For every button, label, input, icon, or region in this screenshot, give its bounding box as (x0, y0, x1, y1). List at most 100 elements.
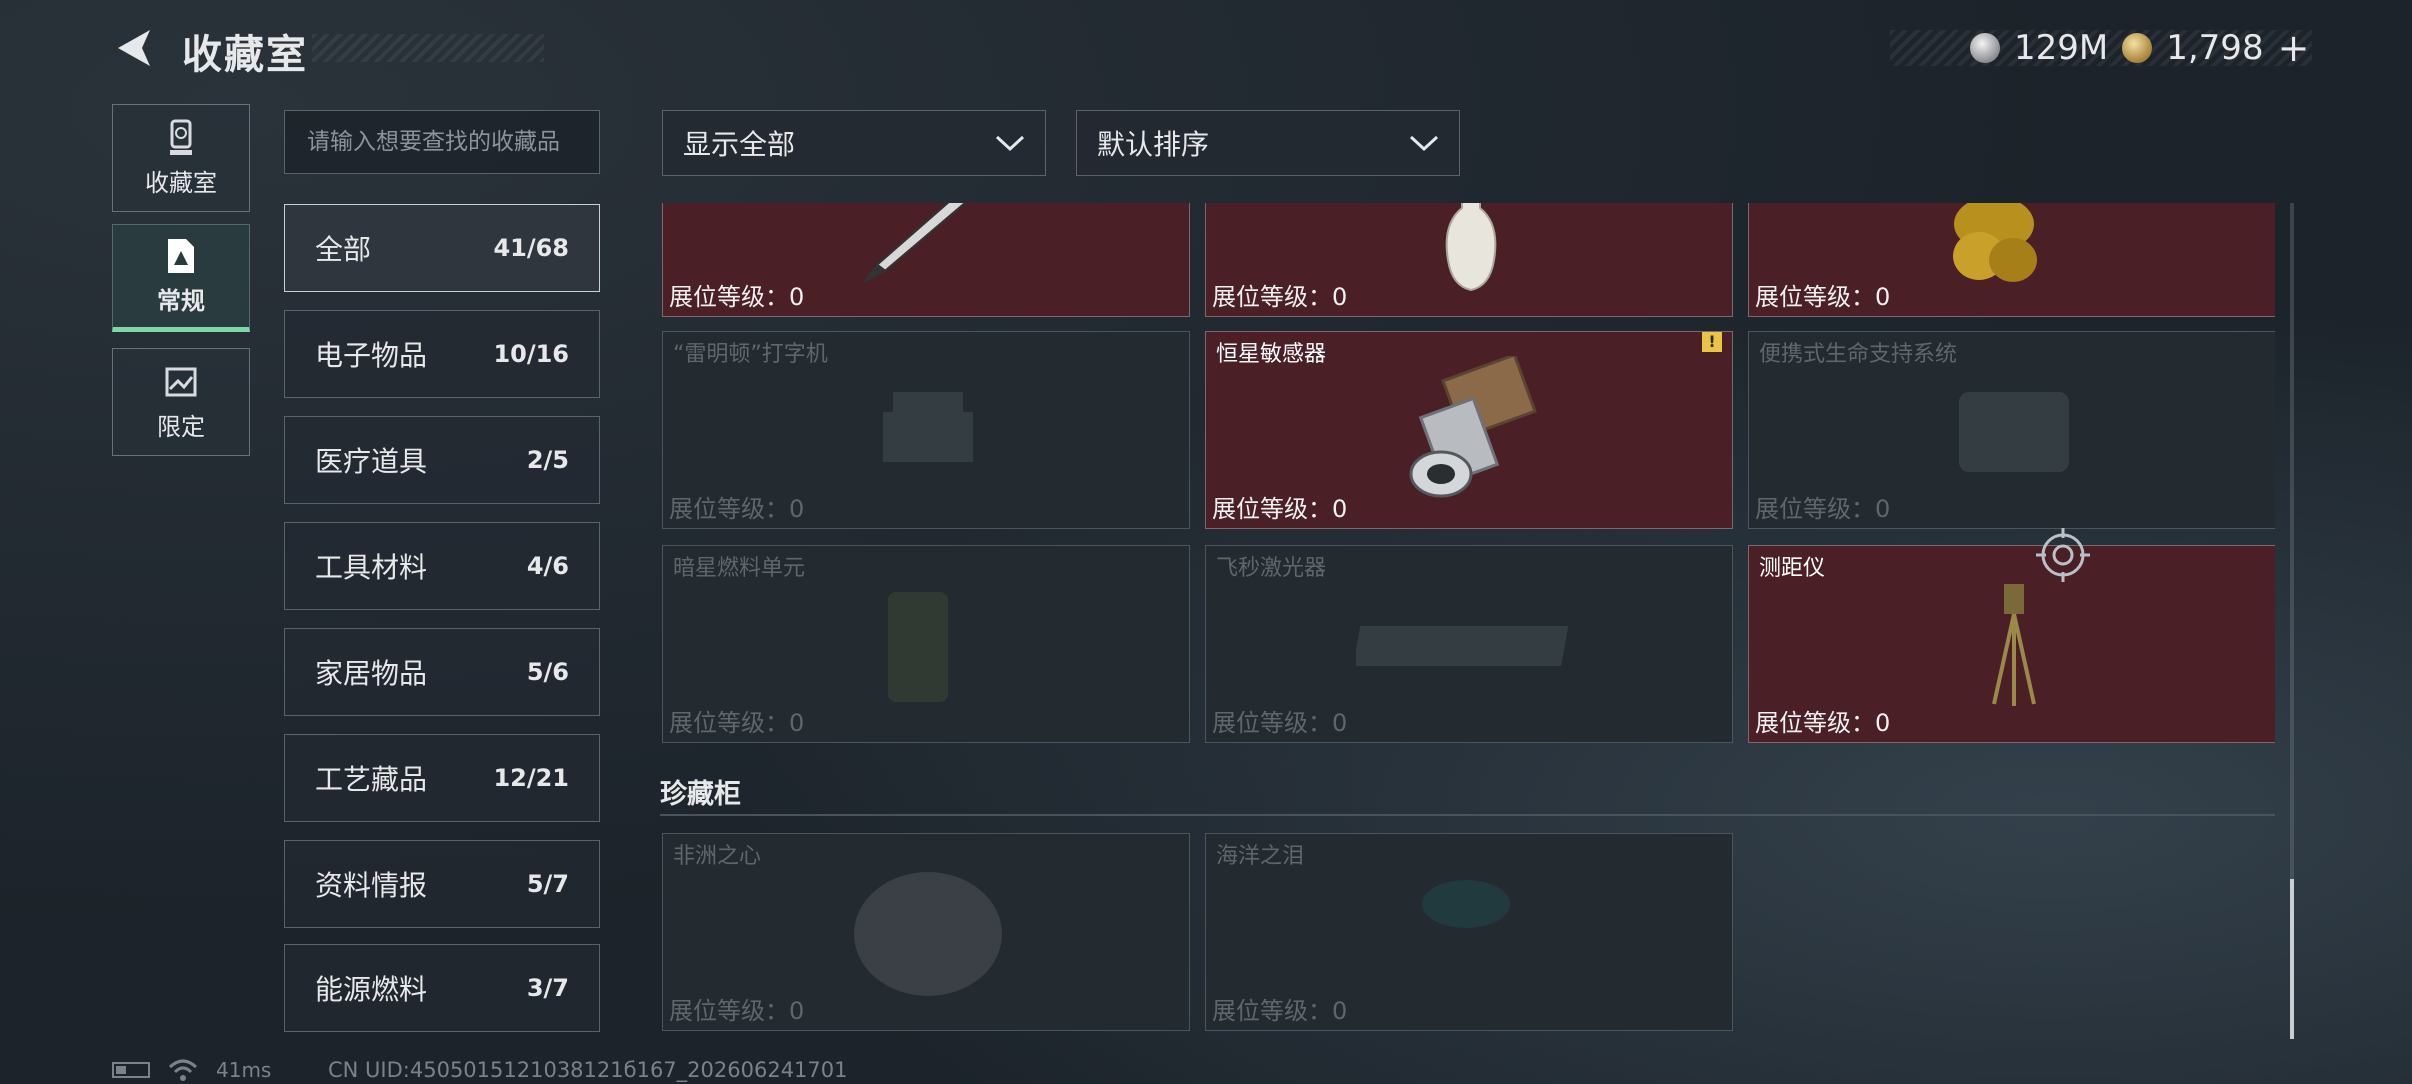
battery-icon (112, 1062, 150, 1078)
golden-statue-icon (1953, 203, 2037, 282)
level-label: 展位等级： (669, 283, 789, 311)
new-badge: ! (1702, 332, 1722, 352)
vase-icon (1445, 203, 1497, 292)
level-value: 0 (789, 997, 805, 1025)
level-label: 展位等级： (669, 709, 789, 737)
silver-coin-icon (1970, 33, 2000, 63)
side-tab-label: 常规 (157, 286, 205, 315)
level-value: 0 (1875, 283, 1891, 311)
filter-dropdown[interactable]: 显示全部 (662, 110, 1046, 176)
level-label: 展位等级： (1212, 997, 1332, 1025)
image-icon (165, 367, 197, 396)
add-currency-button[interactable]: + (2278, 26, 2310, 70)
page-title: 收藏室 (182, 32, 308, 78)
item-card[interactable]: 展位等级：0 (1748, 203, 2275, 317)
silver-amount: 129M (2014, 28, 2109, 68)
category-intel[interactable]: 资料情报 5/7 (284, 840, 600, 928)
level-value: 0 (1332, 495, 1348, 523)
ping-value: 41ms (216, 1058, 272, 1082)
category-count: 5/7 (526, 870, 569, 898)
status-bar: 41ms (112, 1058, 271, 1082)
level-label: 展位等级： (1212, 283, 1332, 311)
item-card[interactable]: 非洲之心 展位等级：0 (662, 833, 1190, 1031)
level-label: 展位等级： (1755, 283, 1875, 311)
document-icon (168, 238, 194, 273)
category-label: 电子物品 (315, 339, 428, 372)
category-household[interactable]: 家居物品 5/6 (284, 628, 600, 716)
item-card[interactable]: “雷明顿”打字机 展位等级：0 (662, 331, 1190, 529)
filter-dropdown-value: 显示全部 (683, 128, 796, 161)
item-card[interactable]: 暗星燃料单元 展位等级：0 (662, 545, 1190, 743)
sort-dropdown[interactable]: 默认排序 (1076, 110, 1460, 176)
crosshair-icon (2036, 528, 2090, 582)
item-name: 飞秒激光器 (1216, 556, 1327, 581)
category-count: 12/21 (493, 764, 569, 792)
category-label: 医疗道具 (315, 445, 428, 478)
item-card[interactable]: 测距仪 展位等级：0 (1748, 545, 2275, 743)
sort-dropdown-value: 默认排序 (1097, 128, 1210, 161)
level-value: 0 (789, 495, 805, 523)
diamond-icon (854, 872, 1002, 996)
item-card[interactable]: 展位等级：0 (662, 203, 1190, 317)
scrollbar[interactable] (2290, 203, 2294, 1039)
typewriter-icon (883, 392, 973, 462)
section-divider (660, 814, 2275, 816)
star-sensor-icon (1409, 356, 1537, 498)
category-count: 4/6 (526, 552, 569, 580)
category-label: 全部 (315, 233, 372, 266)
item-name: 暗星燃料单元 (673, 556, 806, 581)
wifi-icon (168, 1059, 198, 1081)
category-count: 3/7 (526, 974, 569, 1002)
category-count: 10/16 (493, 340, 569, 368)
item-name: 海洋之泪 (1216, 844, 1305, 869)
level-label: 展位等级： (669, 495, 789, 523)
level-label: 展位等级： (1212, 495, 1332, 523)
item-card[interactable]: 恒星敏感器 ! 展位等级：0 (1205, 331, 1733, 529)
side-tab-limited[interactable]: 限定 (112, 348, 250, 456)
search-input[interactable] (284, 110, 600, 174)
gold-coin-icon (2122, 33, 2153, 63)
item-card[interactable]: 飞秒激光器 展位等级：0 (1205, 545, 1733, 743)
category-electronics[interactable]: 电子物品 10/16 (284, 310, 600, 398)
title-decoration (312, 34, 544, 62)
side-tab-collection-room[interactable]: 收藏室 (112, 104, 250, 212)
category-label: 家居物品 (315, 657, 428, 690)
scrollbar-thumb[interactable] (2290, 879, 2294, 1039)
fountain-pen-icon (863, 203, 967, 283)
side-tab-regular[interactable]: 常规 (112, 224, 250, 332)
uid-text: CN UID:4505015121038121б167_202606241701 (328, 1058, 848, 1082)
rangefinder-icon (1992, 584, 2036, 706)
category-count: 5/6 (526, 658, 569, 686)
item-name: 测距仪 (1759, 556, 1826, 581)
level-label: 展位等级： (669, 997, 789, 1025)
item-card[interactable]: 展位等级：0 (1205, 203, 1733, 317)
category-crafts[interactable]: 工艺藏品 12/21 (284, 734, 600, 822)
trophy-icon (170, 119, 192, 155)
section-title: 珍藏柜 (660, 779, 741, 810)
category-medical[interactable]: 医疗道具 2/5 (284, 416, 600, 504)
item-name: “雷明顿”打字机 (673, 342, 828, 367)
life-support-icon (1959, 392, 2069, 472)
category-all[interactable]: 全部 41/68 (284, 204, 600, 292)
category-count: 41/68 (493, 234, 569, 262)
item-name: 恒星敏感器 (1216, 342, 1327, 367)
side-tab-label: 收藏室 (145, 168, 217, 197)
category-label: 能源燃料 (315, 973, 428, 1006)
level-value: 0 (1332, 997, 1348, 1025)
category-fuel[interactable]: 能源燃料 3/7 (284, 944, 600, 1032)
item-name: 便携式生命支持系统 (1759, 342, 1958, 367)
item-card[interactable]: 便携式生命支持系统 展位等级：0 (1748, 331, 2275, 529)
fuel-cell-icon (888, 592, 948, 702)
level-value: 0 (1332, 709, 1348, 737)
gold-amount: 1,798 (2166, 28, 2264, 68)
level-label: 展位等级： (1755, 495, 1875, 523)
item-card[interactable]: 海洋之泪 展位等级：0 (1205, 833, 1733, 1031)
side-tab-label: 限定 (157, 412, 205, 441)
category-tools[interactable]: 工具材料 4/6 (284, 522, 600, 610)
chevron-down-icon (995, 135, 1025, 152)
chevron-down-icon (1409, 135, 1439, 152)
level-value: 0 (789, 709, 805, 737)
item-name: 非洲之心 (673, 844, 762, 869)
level-value: 0 (789, 283, 805, 311)
back-arrow-icon[interactable] (112, 26, 156, 70)
